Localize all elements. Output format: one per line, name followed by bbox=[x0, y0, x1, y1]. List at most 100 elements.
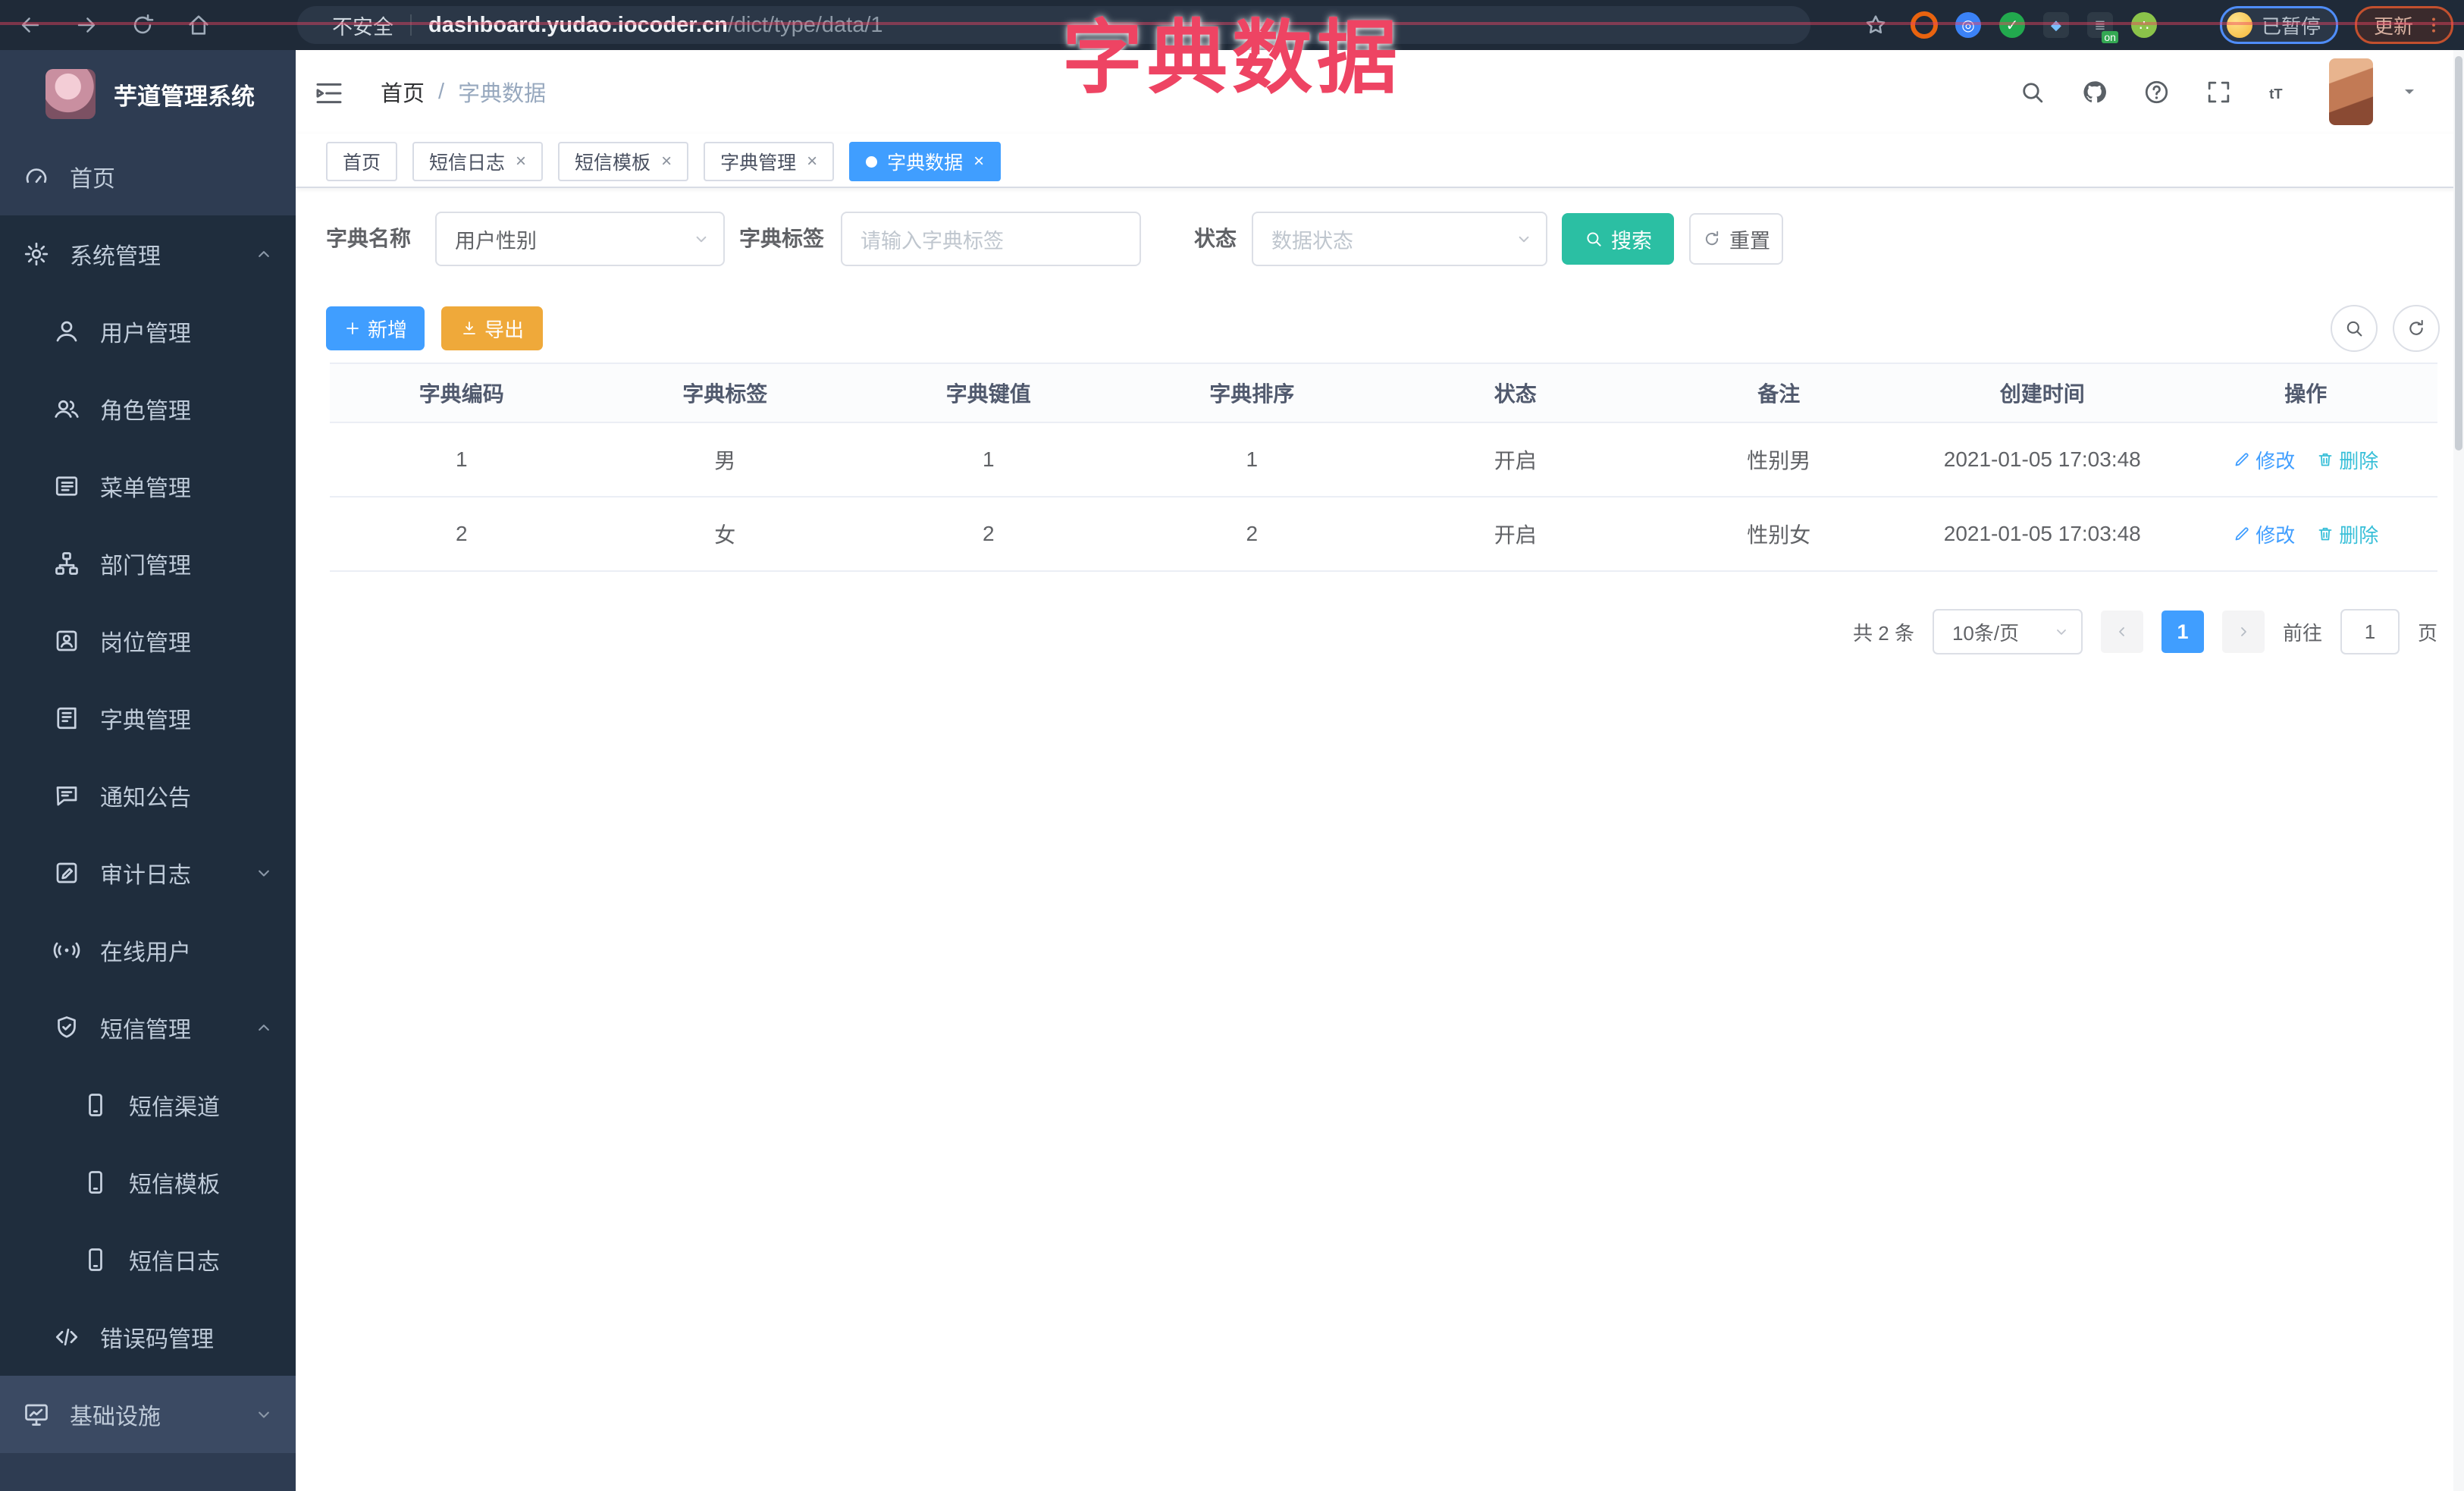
tab-首页[interactable]: 首页 bbox=[326, 142, 398, 181]
dict-name-value: 用户性别 bbox=[455, 229, 537, 253]
extension-paused-badge[interactable]: 已暂停 bbox=[2219, 6, 2338, 44]
address-bar[interactable]: 不安全 dashboard.yudao.iocoder.cn /dict/typ… bbox=[297, 6, 1810, 44]
navbar-fontsize-icon[interactable]: tT bbox=[2262, 74, 2299, 110]
sidebar-item-短信模板[interactable]: 短信模板 bbox=[0, 1144, 296, 1221]
code-icon-wrap bbox=[53, 1323, 80, 1351]
table-cell: 女 bbox=[714, 523, 736, 547]
top-navbar: 首页 / 字典数据 tT bbox=[296, 50, 2464, 133]
navbar-right-icons: tT bbox=[2014, 50, 2419, 133]
sidebar-item-label: 审计日志 bbox=[100, 863, 191, 888]
sidebar-item-短信渠道[interactable]: 短信渠道 bbox=[0, 1066, 296, 1144]
sidebar-item-字典管理[interactable]: 字典管理 bbox=[0, 680, 296, 757]
sidebar-item-角色管理[interactable]: 角色管理 bbox=[0, 370, 296, 447]
goto-page-input[interactable] bbox=[2340, 609, 2400, 654]
tab-字典数据[interactable]: 字典数据 × bbox=[849, 142, 1002, 181]
navbar-question-icon[interactable] bbox=[2138, 74, 2174, 110]
prev-page-button[interactable] bbox=[2100, 611, 2143, 653]
sidebar-logo-area[interactable]: 芋道管理系统 bbox=[0, 50, 296, 138]
browser-home-button[interactable] bbox=[182, 8, 215, 42]
monitor-icon bbox=[25, 1404, 48, 1426]
sidebar-item-岗位管理[interactable]: 岗位管理 bbox=[0, 602, 296, 680]
sidebar-item-基础设施[interactable]: 基础设施 bbox=[0, 1376, 296, 1453]
edit-link[interactable]: 修改 bbox=[2233, 446, 2295, 474]
breadcrumb-current: 字典数据 bbox=[458, 82, 547, 106]
tab-close-icon[interactable]: × bbox=[973, 151, 984, 172]
column-header-备注: 备注 bbox=[1757, 382, 1801, 406]
navbar-github-icon[interactable] bbox=[2076, 74, 2112, 110]
reload-icon bbox=[133, 14, 154, 34]
extension-green-grid-icon[interactable]: ∴ bbox=[2129, 10, 2159, 40]
toggle-search-button[interactable] bbox=[2331, 305, 2378, 352]
sidebar-item-部门管理[interactable]: 部门管理 bbox=[0, 525, 296, 602]
user-avatar[interactable] bbox=[2329, 58, 2373, 125]
breadcrumb-home[interactable]: 首页 bbox=[381, 76, 425, 108]
status-select[interactable]: 数据状态 bbox=[1252, 212, 1547, 266]
navbar-fullscreen-icon[interactable] bbox=[2200, 74, 2237, 110]
sidebar-item-用户管理[interactable]: 用户管理 bbox=[0, 293, 296, 370]
sidebar-item-label: 短信管理 bbox=[100, 1018, 191, 1043]
avatar-caret-down-icon[interactable] bbox=[2400, 83, 2419, 101]
extension-on-badge-icon[interactable]: ≣ on bbox=[2085, 10, 2118, 43]
sidebar-item-系统管理[interactable]: 系统管理 bbox=[0, 215, 296, 293]
sidebar-item-首页[interactable]: 首页 bbox=[0, 138, 296, 215]
chevron-up-icon bbox=[253, 1017, 274, 1038]
export-button[interactable]: 导出 bbox=[441, 306, 543, 350]
user-icon-wrap bbox=[53, 318, 80, 345]
tab-close-icon[interactable]: × bbox=[807, 151, 817, 172]
sidebar-item-通知公告[interactable]: 通知公告 bbox=[0, 757, 296, 834]
scrollbar-thumb[interactable] bbox=[2455, 56, 2462, 450]
sidebar-fold-icon[interactable] bbox=[311, 75, 347, 111]
tab-close-icon[interactable]: × bbox=[661, 151, 672, 172]
sidebar-item-短信管理[interactable]: 短信管理 bbox=[0, 989, 296, 1066]
extension-puzzle-icon[interactable] bbox=[2173, 10, 2203, 40]
extension-blue-drop-icon[interactable]: ◎ bbox=[1953, 10, 1983, 40]
delete-link[interactable]: 删除 bbox=[2316, 520, 2378, 548]
list-icon bbox=[55, 476, 78, 496]
sidebar-item-错误码管理[interactable]: 错误码管理 bbox=[0, 1298, 296, 1376]
sidebar-item-label: 基础设施 bbox=[70, 1405, 161, 1430]
browser-update-button[interactable]: 更新 bbox=[2354, 6, 2453, 44]
sidebar-item-菜单管理[interactable]: 菜单管理 bbox=[0, 447, 296, 525]
current-page-button[interactable]: 1 bbox=[2161, 611, 2204, 653]
page-size-select[interactable]: 10条/页 bbox=[1932, 609, 2083, 654]
url-path: /dict/type/data/1 bbox=[727, 12, 883, 37]
chevron-down-icon bbox=[253, 862, 274, 884]
dict-name-select[interactable]: 用户性别 bbox=[435, 212, 725, 266]
tab-短信模板[interactable]: 短信模板 × bbox=[558, 142, 689, 181]
tab-字典管理[interactable]: 字典管理 × bbox=[704, 142, 835, 181]
chevron-down-icon bbox=[253, 1404, 274, 1425]
browser-menu-icon[interactable] bbox=[2424, 15, 2444, 35]
table-cell: 2021-01-05 17:03:48 bbox=[1943, 447, 2141, 471]
dict-label-input[interactable]: 请输入字典标签 bbox=[841, 212, 1141, 266]
page-unit-label: 页 bbox=[2417, 621, 2437, 645]
browser-back-button[interactable] bbox=[14, 8, 47, 42]
tab-短信日志[interactable]: 短信日志 × bbox=[412, 142, 544, 181]
sidebar-item-短信日志[interactable]: 短信日志 bbox=[0, 1221, 296, 1298]
tab-close-icon[interactable]: × bbox=[516, 151, 526, 172]
table-cell-actions: 修改 删除 bbox=[2174, 423, 2438, 496]
column-header-创建时间: 创建时间 bbox=[1999, 382, 2085, 406]
kebab-icon bbox=[2432, 17, 2435, 33]
sidebar-item-审计日志[interactable]: 审计日志 bbox=[0, 834, 296, 912]
browser-reload-button[interactable] bbox=[126, 8, 159, 42]
reset-button[interactable]: 重置 bbox=[1689, 213, 1783, 265]
paused-label: 已暂停 bbox=[2261, 14, 2321, 38]
next-page-button[interactable] bbox=[2221, 611, 2265, 653]
edit-link[interactable]: 修改 bbox=[2233, 520, 2295, 548]
sidebar-item-在线用户[interactable]: 在线用户 bbox=[0, 912, 296, 989]
extension-orange-ring-icon[interactable] bbox=[1909, 10, 1939, 40]
update-label: 更新 bbox=[2373, 14, 2413, 38]
delete-link[interactable]: 删除 bbox=[2316, 446, 2378, 474]
column-header-字典标签: 字典标签 bbox=[682, 382, 768, 406]
extension-green-check-icon[interactable]: ✓ bbox=[1997, 10, 2027, 40]
browser-forward-button[interactable] bbox=[70, 8, 103, 42]
bookmark-star-icon[interactable] bbox=[1859, 8, 1892, 42]
chevDown-icon bbox=[1519, 236, 1529, 243]
refresh-table-button[interactable] bbox=[2393, 305, 2440, 352]
navbar-search-icon[interactable] bbox=[2014, 74, 2050, 110]
chevDown-icon bbox=[259, 870, 269, 877]
search-button[interactable]: 搜索 bbox=[1562, 213, 1674, 265]
phone-icon bbox=[89, 1171, 102, 1194]
extension-teal-bars-icon[interactable]: ◆ bbox=[2041, 10, 2071, 40]
add-button[interactable]: 新增 bbox=[326, 306, 425, 350]
